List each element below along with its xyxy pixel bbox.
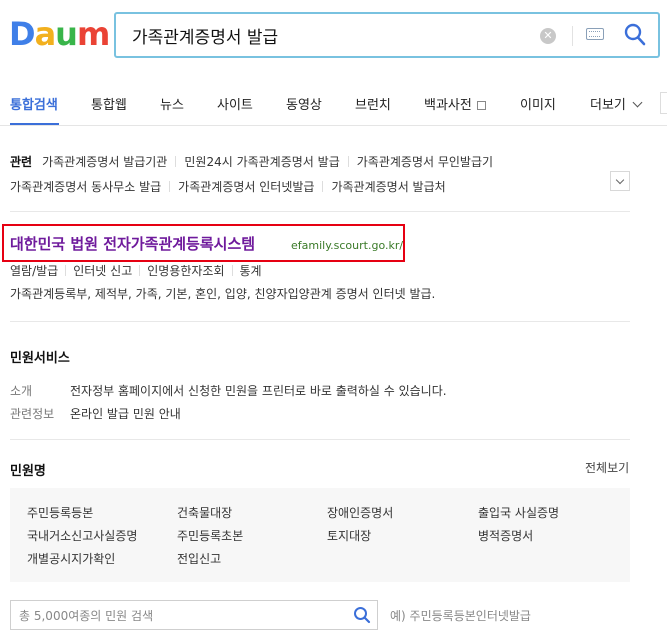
related-searches: 관련 가족관계증명서 발급기관 민원24시 가족관계증명서 발급 가족관계증명서 무인… xyxy=(10,150,630,200)
search-tabs: 통합검색 통합웹 뉴스 사이트 동영상 브런치 백과사전 이미지 더보기 xyxy=(0,78,667,126)
result-title-link[interactable]: 대한민국 법원 전자가족관계등록시스템 xyxy=(10,233,255,254)
divider xyxy=(572,26,573,46)
logo-letter-u: u xyxy=(55,15,78,53)
daum-logo[interactable]: Daum xyxy=(9,15,110,53)
expand-related-button[interactable] xyxy=(610,171,630,191)
related-link[interactable]: 가족관계증명서 동사무소 발급 xyxy=(10,180,161,194)
civil-name-item[interactable]: 출입국 사실증명 xyxy=(478,504,559,521)
related-title: 관련 xyxy=(10,155,33,169)
civil-search-box xyxy=(10,600,378,630)
tab-image[interactable]: 이미지 xyxy=(520,94,556,113)
result-description: 가족관계등록부, 제적부, 가족, 기본, 혼인, 입양, 친양자입양관계 증명… xyxy=(10,287,436,301)
header: Daum ✕ xyxy=(0,0,667,78)
divider xyxy=(322,181,324,192)
civil-name-item[interactable]: 건축물대장 xyxy=(177,504,232,521)
section-title: 민원서비스 xyxy=(10,351,70,366)
related-link[interactable]: 가족관계증명서 발급기관 xyxy=(42,155,167,169)
sublink[interactable]: 인터넷 신고 xyxy=(73,264,132,278)
divider xyxy=(175,156,177,167)
side-panel-edge xyxy=(660,92,667,114)
tab-encyclopedia[interactable]: 백과사전 xyxy=(424,94,486,113)
active-tab-indicator xyxy=(10,123,59,125)
search-input[interactable] xyxy=(132,24,522,46)
logo-letter-a: a xyxy=(34,15,57,53)
tab-encyclopedia-label: 백과사전 xyxy=(424,98,472,113)
tab-more[interactable]: 더보기 xyxy=(590,94,643,113)
civil-name-item[interactable]: 토지대장 xyxy=(327,527,371,544)
related-link[interactable]: 가족관계증명서 무인발급기 xyxy=(357,155,493,169)
tab-site[interactable]: 사이트 xyxy=(217,94,253,113)
divider xyxy=(169,181,171,192)
section-title: 민원명 xyxy=(10,464,46,479)
chevron-down-icon xyxy=(632,97,643,108)
civil-search-input[interactable] xyxy=(19,607,339,625)
view-all-link[interactable]: 전체보기 xyxy=(585,459,629,476)
divider xyxy=(10,211,630,212)
civil-name-item[interactable]: 장애인증명서 xyxy=(327,504,393,521)
intro-label: 소개 xyxy=(10,384,33,398)
related-link[interactable]: 가족관계증명서 인터넷발급 xyxy=(178,180,314,194)
close-circle-icon[interactable]: ✕ xyxy=(540,28,556,44)
civil-name-item[interactable]: 주민등록등본 xyxy=(27,504,93,521)
search-example: 예) 주민등록등본인터넷발급 xyxy=(390,609,531,623)
civil-name-item[interactable]: 전입신고 xyxy=(177,550,221,567)
tab-news[interactable]: 뉴스 xyxy=(160,94,184,113)
logo-letter-d: D xyxy=(9,15,36,53)
divider xyxy=(65,265,67,276)
divider xyxy=(139,265,141,276)
sublink[interactable]: 인명용한자조회 xyxy=(147,264,224,278)
info-label: 관련정보 xyxy=(10,407,55,421)
search-box: ✕ xyxy=(114,12,660,58)
divider xyxy=(10,321,630,322)
tab-web[interactable]: 통합웹 xyxy=(91,94,127,113)
divider xyxy=(10,439,630,440)
search-icon xyxy=(624,23,646,46)
search-button[interactable] xyxy=(624,22,648,48)
search-icon xyxy=(354,607,371,624)
divider xyxy=(231,265,233,276)
civil-name-item[interactable]: 병적증명서 xyxy=(478,527,533,544)
tab-integrated[interactable]: 통합검색 xyxy=(10,94,58,113)
related-link[interactable]: 가족관계증명서 발급처 xyxy=(331,180,445,194)
logo-letter-m: m xyxy=(76,15,110,53)
intro-value: 전자정부 홈페이지에서 신청한 민원을 프린터로 바로 출력하실 수 있습니다. xyxy=(70,384,447,398)
sublink[interactable]: 통계 xyxy=(240,264,262,278)
tab-video[interactable]: 동영상 xyxy=(286,94,322,113)
keyboard-icon[interactable] xyxy=(586,28,604,40)
info-link[interactable]: 온라인 발급 민원 안내 xyxy=(70,405,181,422)
external-icon xyxy=(476,101,486,110)
tab-more-label: 더보기 xyxy=(590,98,626,113)
result-url[interactable]: efamily.scourt.go.kr/ xyxy=(291,239,403,252)
related-link[interactable]: 민원24시 가족관계증명서 발급 xyxy=(184,155,339,169)
civil-search-button[interactable] xyxy=(353,606,371,624)
sublink[interactable]: 열람/발급 xyxy=(10,264,58,278)
civil-name-item[interactable]: 개별공시지가확인 xyxy=(27,550,115,567)
civil-name-item[interactable]: 국내거소신고사실증명 xyxy=(27,527,137,544)
divider xyxy=(347,156,349,167)
result-sublinks: 열람/발급 인터넷 신고 인명용한자조회 통계 xyxy=(10,262,262,279)
civil-name-item[interactable]: 주민등록초본 xyxy=(177,527,243,544)
civil-names-grid: 주민등록등본 건축물대장 장애인증명서 출입국 사실증명 국내거소신고사실증명 … xyxy=(10,488,630,582)
tab-brunch[interactable]: 브런치 xyxy=(355,94,391,113)
